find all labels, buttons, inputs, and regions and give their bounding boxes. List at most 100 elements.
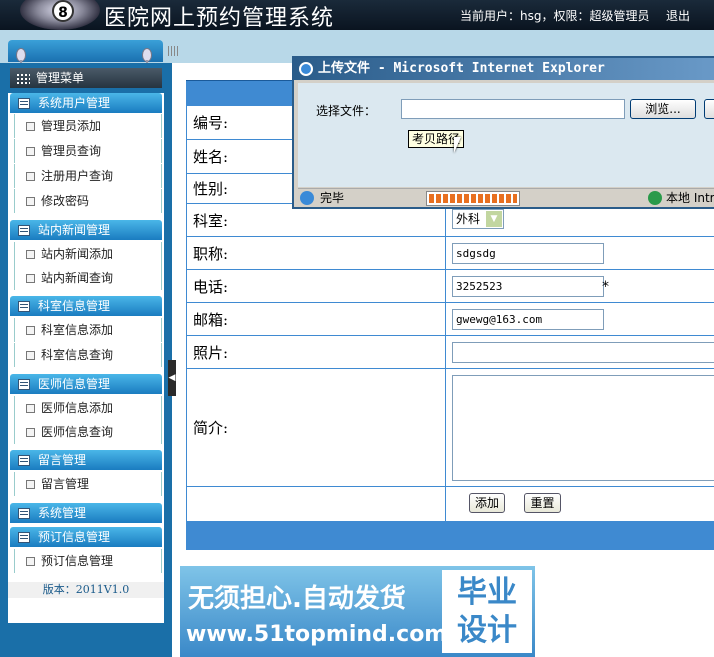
- logout-link[interactable]: 退出: [666, 7, 690, 24]
- sidebar-item-label: 预订信息管理: [41, 554, 114, 568]
- sidebar-section-news[interactable]: 站内新闻管理: [10, 220, 162, 240]
- label-phone: 电话:: [187, 270, 446, 302]
- section-title: 留言管理: [38, 453, 87, 467]
- watermark-url: www.51topmind.com: [186, 622, 448, 647]
- form-row-email: 邮箱: gwewg@163.com: [186, 303, 714, 336]
- label-title: 职称:: [187, 237, 446, 269]
- upload-popup-window: 上传文件 - Microsoft Internet Explorer 选择文件：…: [292, 56, 714, 209]
- sidebar-item-dept-add[interactable]: 科室信息添加: [14, 318, 162, 342]
- phone-input[interactable]: 3252523: [452, 276, 604, 297]
- sidebar-item-label: 留言管理: [41, 477, 90, 491]
- department-selected: 外科: [456, 212, 481, 226]
- popup-title: 上传文件 - Microsoft Internet Explorer: [318, 61, 605, 76]
- sidebar-section-booking[interactable]: 预订信息管理: [10, 527, 162, 547]
- status-text: 完毕: [320, 191, 345, 205]
- page-icon: [26, 122, 35, 131]
- department-select[interactable]: 外科 ▼: [452, 209, 504, 229]
- popup-status-bar: 完毕 本地 Intr: [298, 188, 714, 207]
- label-photo: 照片:: [187, 336, 446, 368]
- section-title: 站内新闻管理: [38, 223, 111, 237]
- section-title: 预订信息管理: [38, 530, 111, 544]
- actions-label-cell: [187, 487, 446, 521]
- sidebar-item-label: 医师信息添加: [41, 401, 114, 415]
- sidebar-section-system[interactable]: 系统管理: [10, 503, 162, 523]
- menu-title-label: 管理菜单: [36, 71, 85, 85]
- form-row-phone: 电话: 3252523 *: [186, 270, 714, 303]
- page-icon: [26, 428, 35, 437]
- intro-textarea[interactable]: [452, 375, 714, 481]
- progress-fill: [429, 194, 517, 203]
- sidebar-item-news-query[interactable]: 站内新闻查询: [14, 266, 162, 290]
- sidebar-item-dept-query[interactable]: 科室信息查询: [14, 343, 162, 367]
- sidebar-tab: [8, 40, 163, 62]
- watermark-box: 毕业 设计: [442, 570, 532, 653]
- watermark-box-line1: 毕业: [457, 575, 517, 610]
- sidebar-item-label: 注册用户查询: [41, 169, 114, 183]
- email-input[interactable]: gwewg@163.com: [452, 309, 604, 330]
- version-label: 版本：2011V1.0: [8, 582, 164, 598]
- section-icon: [18, 379, 30, 390]
- ie-icon: [299, 62, 313, 76]
- page-icon: [26, 404, 35, 413]
- section-icon: [18, 455, 30, 466]
- pin-icon: [142, 48, 152, 66]
- sidebar-item-label: 科室信息添加: [41, 323, 114, 337]
- user-info: 当前用户：hsg，权限：超级管理员: [460, 9, 650, 23]
- section-title: 科室信息管理: [38, 299, 111, 313]
- sidebar-item-news-add[interactable]: 站内新闻添加: [14, 242, 162, 266]
- pin-icon: [16, 48, 26, 66]
- sidebar-item-doctor-query[interactable]: 医师信息查询: [14, 420, 162, 444]
- page-icon: [26, 274, 35, 283]
- sidebar-item-admin-query[interactable]: 管理员查询: [14, 139, 162, 163]
- zone-text: 本地 Intr: [666, 191, 714, 205]
- sidebar-item-user-query[interactable]: 注册用户查询: [14, 164, 162, 188]
- form-row-title: 职称: sdgsdg: [186, 237, 714, 270]
- page-icon: [26, 172, 35, 181]
- add-button[interactable]: 添加: [469, 493, 505, 513]
- sidebar-item-messages[interactable]: 留言管理: [14, 472, 162, 496]
- label-email: 邮箱:: [187, 303, 446, 335]
- sidebar-section-department[interactable]: 科室信息管理: [10, 296, 162, 316]
- file-label: 选择文件：: [316, 104, 377, 118]
- page-icon: [26, 197, 35, 206]
- required-mark: *: [602, 279, 609, 295]
- section-icon: [18, 532, 30, 543]
- sidebar-item-label: 管理员添加: [41, 119, 102, 133]
- page-icon: [26, 326, 35, 335]
- sidebar-section-doctor[interactable]: 医师信息管理: [10, 374, 162, 394]
- sidebar-item-label: 站内新闻查询: [41, 271, 114, 285]
- photo-input[interactable]: [452, 342, 714, 363]
- form-footer-bar: [186, 522, 714, 550]
- section-icon: [18, 508, 30, 519]
- upload-button[interactable]: [704, 99, 714, 119]
- drag-handle[interactable]: [168, 46, 180, 56]
- page-icon: [26, 480, 35, 489]
- section-icon: [18, 225, 30, 236]
- menu-title: 管理菜单: [10, 68, 162, 88]
- sidebar-section-messages[interactable]: 留言管理: [10, 450, 162, 470]
- logo-badge: 8: [52, 0, 74, 22]
- section-title: 系统管理: [38, 506, 87, 520]
- reset-button[interactable]: 重置: [524, 493, 561, 513]
- file-path-input[interactable]: [401, 99, 625, 119]
- form-row-actions: 添加 重置: [186, 487, 714, 522]
- sidebar-item-admin-add[interactable]: 管理员添加: [14, 114, 162, 138]
- page-done-icon: [300, 191, 314, 205]
- sidebar-section-user[interactable]: 系统用户管理: [10, 93, 162, 113]
- sidebar-item-password[interactable]: 修改密码: [14, 189, 162, 213]
- section-title: 医师信息管理: [38, 377, 111, 391]
- popup-title-bar[interactable]: 上传文件 - Microsoft Internet Explorer: [294, 58, 714, 80]
- collapse-sidebar-button[interactable]: ◀: [168, 360, 176, 396]
- page-icon: [26, 250, 35, 259]
- page-icon: [26, 351, 35, 360]
- progress-bar: [426, 191, 520, 206]
- page-icon: [26, 147, 35, 156]
- form-row-photo: 照片:: [186, 336, 714, 369]
- title-input[interactable]: sdgsdg: [452, 243, 604, 264]
- sidebar-item-label: 管理员查询: [41, 144, 102, 158]
- sidebar-item-label: 科室信息查询: [41, 348, 114, 362]
- sidebar-item-booking[interactable]: 预订信息管理: [14, 549, 162, 573]
- browse-button[interactable]: 浏览...: [630, 99, 696, 119]
- sidebar-item-doctor-add[interactable]: 医师信息添加: [14, 396, 162, 420]
- grid-icon: [16, 73, 30, 84]
